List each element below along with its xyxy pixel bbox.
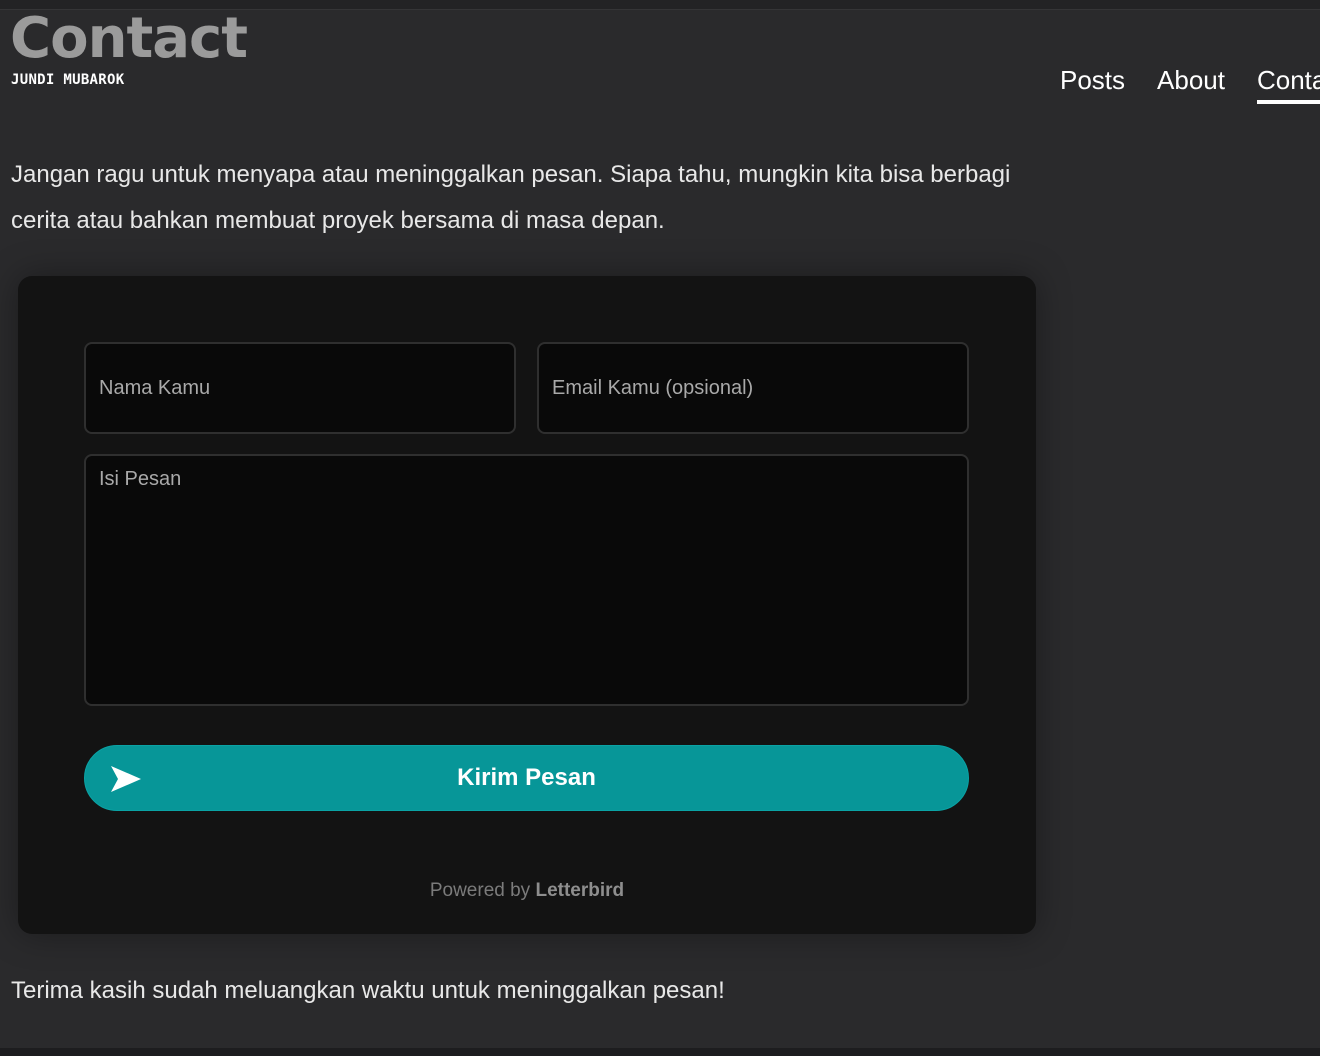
nav-item-contact[interactable]: Contact [1256, 62, 1320, 104]
intro-text: Jangan ragu untuk menyapa atau meninggal… [11, 161, 1011, 234]
send-message-button[interactable]: Kirim Pesan [84, 745, 969, 811]
letterbird-link[interactable]: Letterbird [535, 880, 624, 901]
send-message-label: Kirim Pesan [457, 764, 596, 791]
message-textarea[interactable] [84, 454, 969, 706]
bottom-border [0, 1048, 1320, 1056]
page: Contact JUNDI MUBAROK Posts About Contac… [0, 0, 1320, 1056]
contact-form: Kirim Pesan Powered by Letterbird [18, 276, 1036, 934]
nav-item-posts[interactable]: Posts [1060, 62, 1125, 102]
thanks-text: Terima kasih sudah meluangkan waktu untu… [11, 977, 725, 1004]
send-icon [111, 766, 141, 792]
nav-item-about[interactable]: About [1157, 62, 1225, 102]
powered-by-prefix: Powered by [429, 880, 531, 901]
main-nav: Posts About Contact [1060, 62, 1320, 104]
site-author: JUNDI MUBAROK [11, 72, 125, 88]
name-input[interactable] [84, 342, 516, 434]
email-input[interactable] [537, 342, 969, 434]
powered-by: Powered by Letterbird [18, 880, 1036, 902]
page-title: Contact [10, 6, 248, 71]
